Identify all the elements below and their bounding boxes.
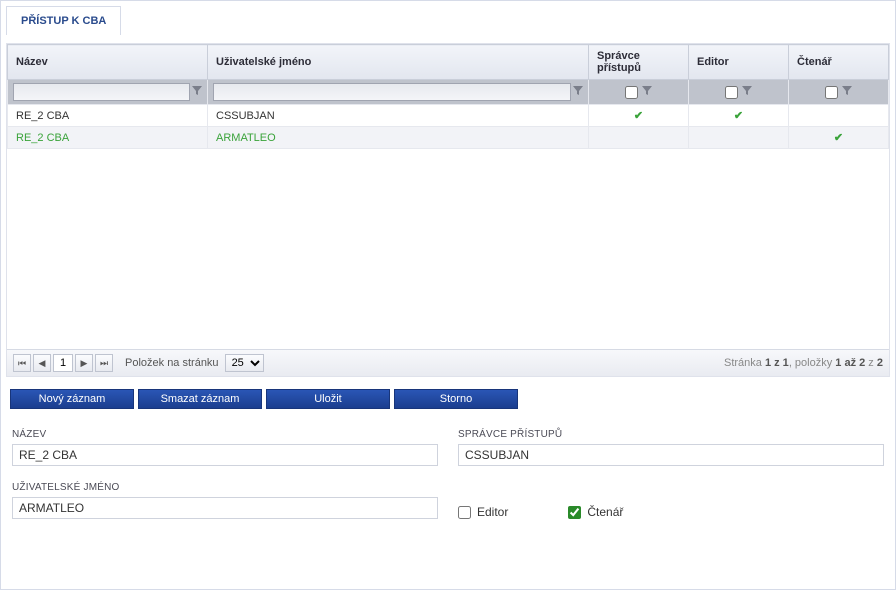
col-header-reader[interactable]: Čtenář	[789, 45, 889, 80]
editor-checkbox-label: Editor	[477, 505, 508, 519]
cell-reader	[789, 105, 889, 127]
filter-checkbox-editor[interactable]	[725, 86, 738, 99]
username-field[interactable]	[12, 497, 438, 519]
filter-input-username[interactable]	[213, 83, 571, 101]
reader-checkbox[interactable]	[568, 506, 581, 519]
check-icon: ✔	[834, 132, 843, 144]
form-label-name: NÁZEV	[12, 429, 438, 440]
filter-icon[interactable]	[573, 86, 583, 99]
filter-checkbox-reader[interactable]	[825, 86, 838, 99]
reader-checkbox-label: Čtenář	[587, 505, 623, 519]
filter-input-name[interactable]	[13, 83, 190, 101]
pager-next-button[interactable]: ▶	[75, 354, 93, 372]
pager-first-button[interactable]: ⏮	[13, 354, 31, 372]
col-header-editor[interactable]: Editor	[689, 45, 789, 80]
grid: Název Uživatelské jméno Správce přístupů…	[6, 43, 890, 377]
grid-empty-area	[7, 149, 889, 349]
pager-info: Stránka 1 z 1, položky 1 až 2 z 2	[724, 357, 883, 369]
cancel-button[interactable]: Storno	[394, 389, 518, 409]
cell-name: RE_2 CBA	[8, 105, 208, 127]
table-row[interactable]: RE_2 CBAARMATLEO ✔	[8, 127, 889, 149]
form-label-admin: SPRÁVCE PŘÍSTUPŮ	[458, 429, 884, 440]
cell-username: ARMATLEO	[208, 127, 589, 149]
filter-checkbox-admin[interactable]	[625, 86, 638, 99]
table-row[interactable]: RE_2 CBACSSUBJAN ✔ ✔	[8, 105, 889, 127]
editor-checkbox[interactable]	[458, 506, 471, 519]
filter-icon[interactable]	[192, 86, 202, 99]
pager-items-label: Položek na stránku	[125, 357, 219, 369]
col-header-admin[interactable]: Správce přístupů	[589, 45, 689, 80]
filter-icon[interactable]	[842, 86, 852, 99]
admin-field[interactable]	[458, 444, 884, 466]
check-icon: ✔	[734, 110, 743, 122]
cell-editor	[689, 127, 789, 149]
save-button[interactable]: Uložit	[266, 389, 390, 409]
pager-prev-button[interactable]: ◀	[33, 354, 51, 372]
filter-icon[interactable]	[642, 86, 652, 99]
col-header-name[interactable]: Název	[8, 45, 208, 80]
detail-form: NÁZEV SPRÁVCE PŘÍSTUPŮ UŽIVATELSKÉ JMÉNO…	[6, 417, 890, 547]
pager-page-size-select[interactable]: 25	[225, 354, 264, 372]
cell-reader: ✔	[789, 127, 889, 149]
delete-record-button[interactable]: Smazat záznam	[138, 389, 262, 409]
tab-pristup-k-cba[interactable]: PŘÍSTUP K CBA	[6, 6, 121, 35]
check-icon: ✔	[634, 110, 643, 122]
cell-editor: ✔	[689, 105, 789, 127]
name-field[interactable]	[12, 444, 438, 466]
cell-name: RE_2 CBA	[8, 127, 208, 149]
cell-admin	[589, 127, 689, 149]
cell-username: CSSUBJAN	[208, 105, 589, 127]
cell-admin: ✔	[589, 105, 689, 127]
pager: ⏮ ◀ ▶ ⏭ Položek na stránku 25 Stránka 1 …	[7, 349, 889, 376]
col-header-username[interactable]: Uživatelské jméno	[208, 45, 589, 80]
pager-page-input[interactable]	[53, 354, 73, 372]
new-record-button[interactable]: Nový záznam	[10, 389, 134, 409]
pager-last-button[interactable]: ⏭	[95, 354, 113, 372]
form-label-username: UŽIVATELSKÉ JMÉNO	[12, 482, 438, 493]
filter-icon[interactable]	[742, 86, 752, 99]
